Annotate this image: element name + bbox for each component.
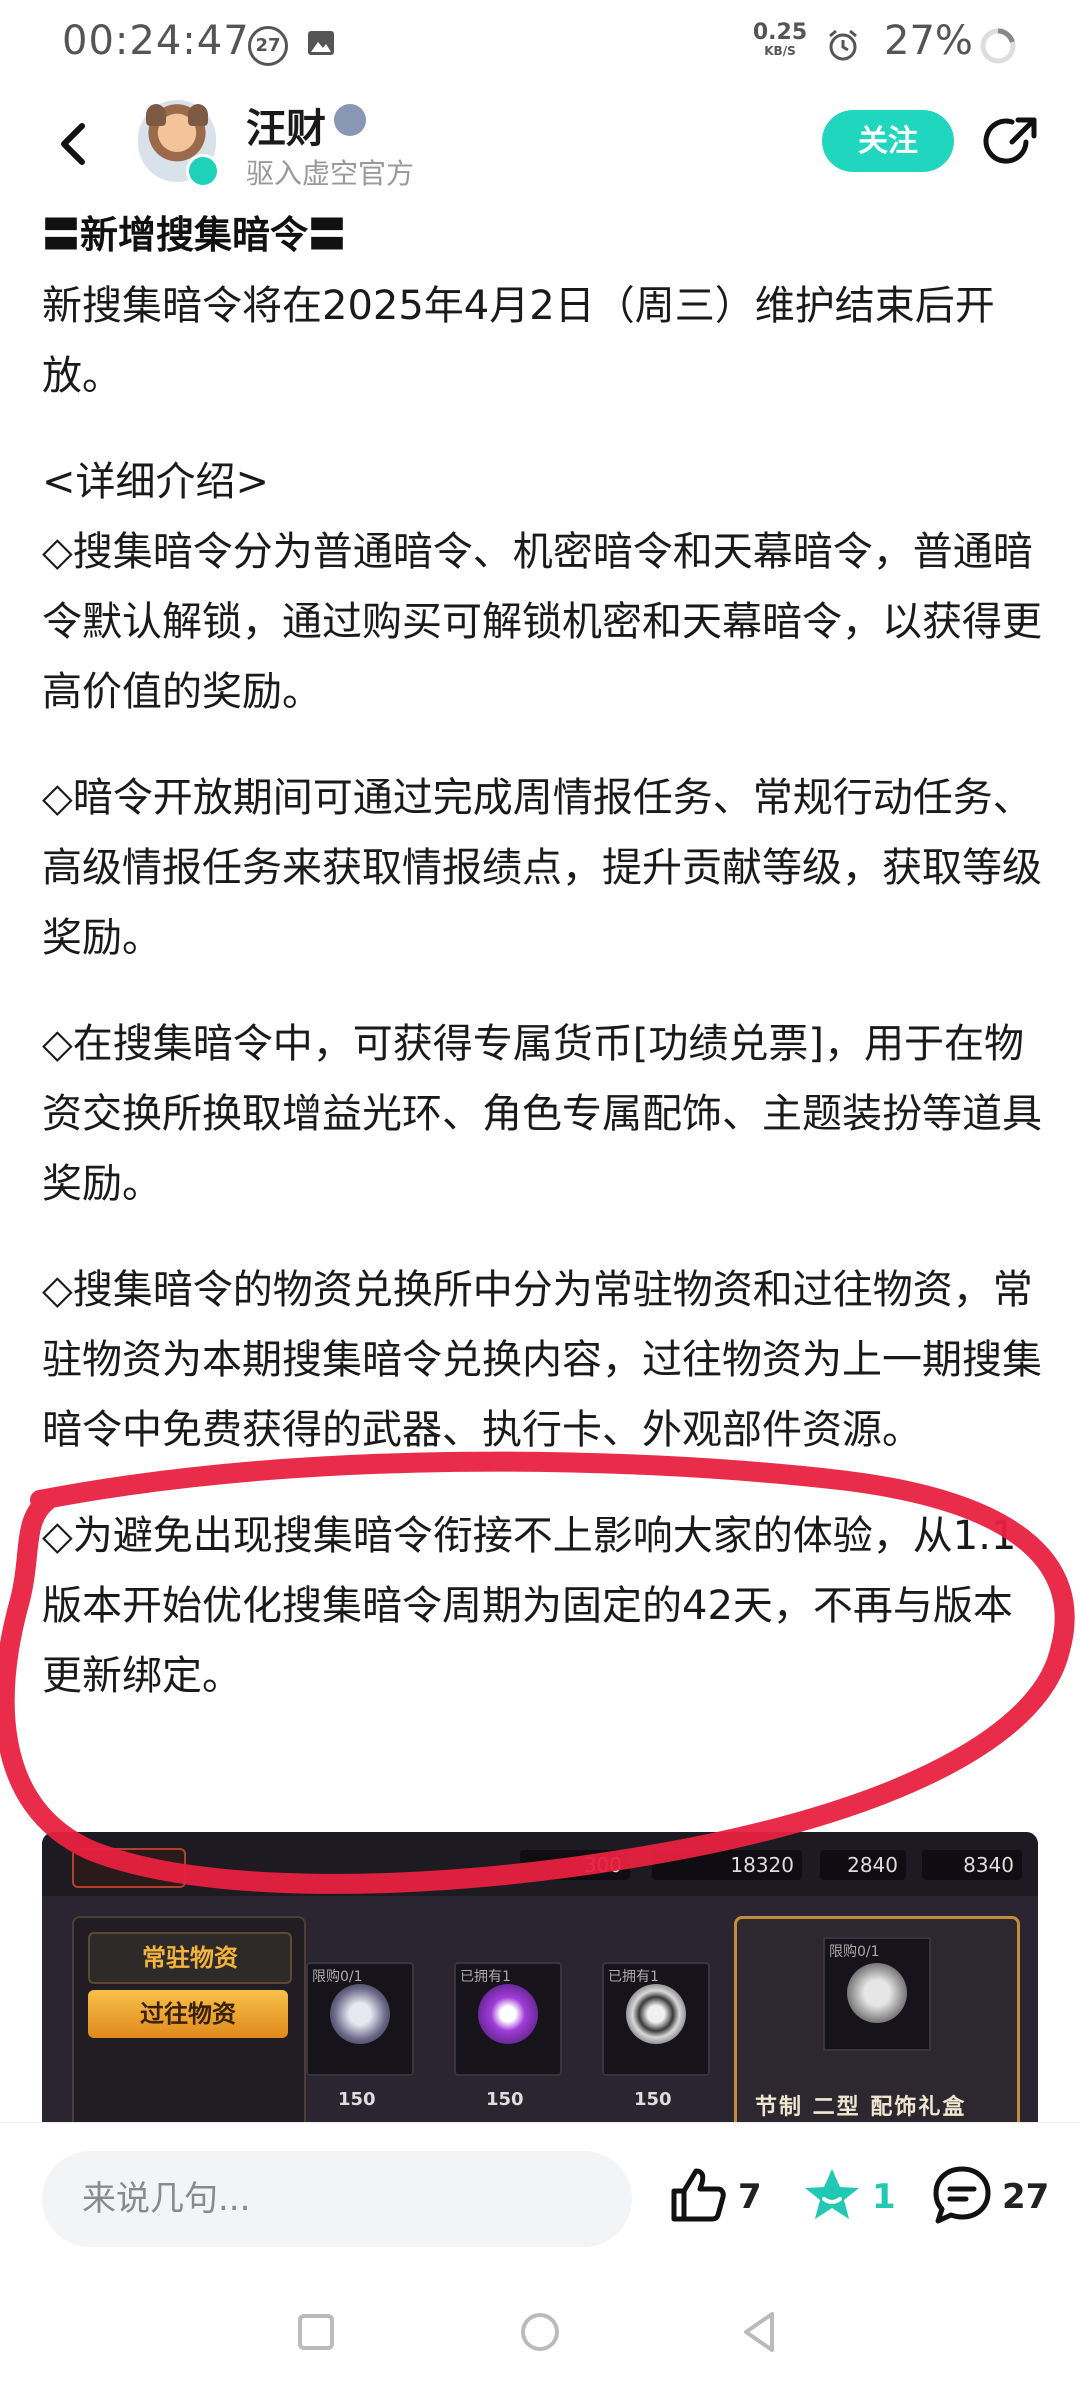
author-name[interactable]: 汪财 xyxy=(246,96,326,154)
share-icon[interactable] xyxy=(982,112,1042,172)
game-currency: 18320 xyxy=(652,1850,802,1880)
paragraph-tiers: ◇搜集暗令分为普通暗令、机密暗令和天幕暗令，普通暗令默认解锁，通过购买可解锁机密… xyxy=(42,529,1042,715)
comment-button[interactable]: 27 xyxy=(930,2163,1049,2233)
thumbs-up-icon xyxy=(671,2168,726,2222)
recent-apps-icon[interactable] xyxy=(286,2302,346,2362)
embedded-game-screenshot[interactable]: 300 18320 2840 8340 常驻物资 过往物资 限购0/1 150 … xyxy=(42,1832,1038,2122)
image-icon xyxy=(308,31,334,55)
star-icon xyxy=(805,2169,859,2219)
paragraph-detail-label: <详细介绍> xyxy=(42,459,270,505)
notification-badge: 27 xyxy=(248,26,288,66)
post-header: 汪财 驱入虚空官方 关注 xyxy=(0,92,1080,202)
author-subtitle: 驱入虚空官方 xyxy=(246,157,415,190)
game-back-icon xyxy=(72,1848,186,1888)
bottom-action-bar: 7 1 27 xyxy=(0,2122,1080,2273)
game-tab-resident: 常驻物资 xyxy=(88,1932,292,1984)
game-currency: 2840 xyxy=(820,1850,906,1880)
status-time: 00:24:47 xyxy=(62,18,250,64)
game-topbar: 300 18320 2840 8340 xyxy=(42,1832,1038,1896)
network-speed: 0.25 KB/S xyxy=(752,20,808,59)
battery-percentage: 27% xyxy=(884,18,973,64)
alarm-icon xyxy=(829,29,857,61)
game-featured-item: 限购0/1 节制 二型 配饰礼盒 xyxy=(734,1916,1020,2122)
follow-button[interactable]: 关注 xyxy=(822,110,954,172)
game-tab-panel: 常驻物资 过往物资 xyxy=(72,1916,306,2122)
game-tab-past: 过往物资 xyxy=(88,1990,288,2038)
comment-input[interactable] xyxy=(42,2151,632,2247)
game-currency: 300 xyxy=(520,1850,630,1880)
paragraph-intro: 新搜集暗令将在2025年4月2日（周三）维护结束后开放。 xyxy=(42,283,995,399)
favorite-count: 1 xyxy=(872,2177,896,2217)
game-item-card: 限购0/1 150 xyxy=(306,1962,414,2110)
paragraph-cycle: ◇为避免出现搜集暗令衔接不上影响大家的体验，从1.1版本开始优化搜集暗令周期为固… xyxy=(42,1513,1017,1699)
comment-bubble-icon xyxy=(933,2166,991,2224)
game-featured-caption: 节制 二型 配饰礼盒 xyxy=(755,2095,967,2120)
verified-badge-icon xyxy=(186,154,220,188)
paragraph-currency: ◇在搜集暗令中，可获得专属货币[功绩兑票]，用于在物资交换所换取增益光环、角色专… xyxy=(42,1021,1042,1207)
favorite-button[interactable]: 1 xyxy=(800,2163,896,2233)
game-currency: 8340 xyxy=(922,1850,1022,1880)
paragraph-tasks: ◇暗令开放期间可通过完成周情报任务、常规行动任务、高级情报任务来获取情报绩点，提… xyxy=(42,775,1042,961)
section-heading: 〓新增搜集暗令〓 xyxy=(42,213,347,257)
back-button[interactable] xyxy=(44,114,104,174)
system-nav-bar xyxy=(0,2272,1080,2400)
like-button[interactable]: 7 xyxy=(666,2163,762,2233)
like-count: 7 xyxy=(738,2177,762,2217)
back-nav-icon[interactable] xyxy=(730,2302,790,2362)
post-content: 〓新增搜集暗令〓 新搜集暗令将在2025年4月2日（周三）维护结束后开放。 <详… xyxy=(42,205,1042,1747)
game-item-card: 已拥有1 150 xyxy=(602,1962,710,2110)
comment-count: 27 xyxy=(1002,2177,1050,2217)
paragraph-exchange: ◇搜集暗令的物资兑换所中分为常驻物资和过往物资，常驻物资为本期搜集暗令兑换内容，… xyxy=(42,1267,1042,1453)
official-account-icon xyxy=(334,104,366,136)
battery-icon xyxy=(980,28,1016,64)
status-bar: 00:24:47 27 0.25 KB/S 27% xyxy=(0,0,1080,90)
game-item-card: 已拥有1 150 xyxy=(454,1962,562,2110)
home-icon[interactable] xyxy=(510,2302,570,2362)
